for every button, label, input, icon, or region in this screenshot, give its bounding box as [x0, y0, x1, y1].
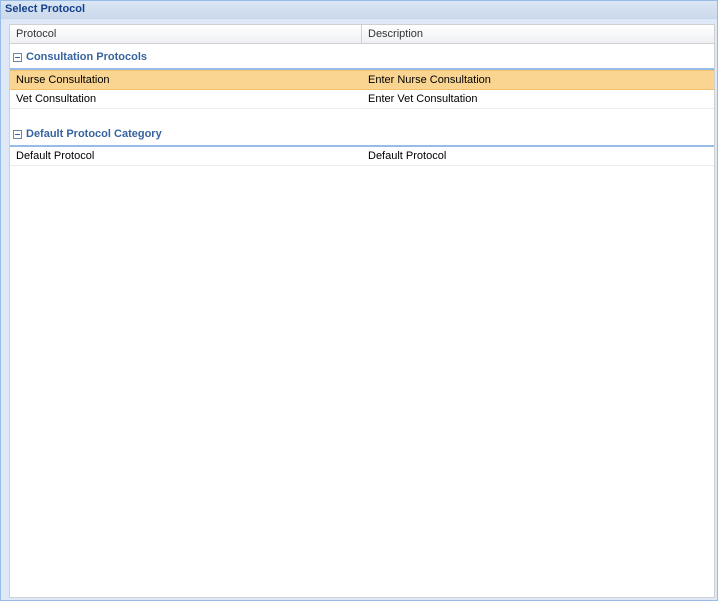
cell-description: Default Protocol [368, 150, 447, 162]
group-header-default-protocol-category[interactable]: Default Protocol Category [10, 123, 714, 147]
window-title: Select Protocol [1, 1, 717, 19]
table-row-nurse-consultation[interactable]: Nurse Consultation Enter Nurse Consultat… [10, 70, 714, 90]
column-header-description[interactable]: Description [362, 25, 714, 43]
collapse-minus-icon[interactable] [13, 129, 22, 139]
column-header-protocol[interactable]: Protocol [10, 25, 362, 43]
group-header-consultation-protocols[interactable]: Consultation Protocols [10, 46, 714, 70]
cell-description: Enter Vet Consultation [368, 93, 478, 105]
cell-protocol: Vet Consultation [16, 93, 97, 105]
cell-description: Enter Nurse Consultation [368, 74, 491, 86]
table-row-vet-consultation[interactable]: Vet Consultation Enter Vet Consultation [10, 90, 714, 109]
table-row-default-protocol[interactable]: Default Protocol Default Protocol [10, 147, 714, 166]
cell-protocol: Nurse Consultation [16, 74, 110, 86]
collapse-minus-icon[interactable] [13, 52, 22, 62]
select-protocol-window: Select Protocol Protocol Description Con… [0, 0, 718, 601]
protocol-grid: Protocol Description Consultation Protoc… [9, 24, 715, 598]
group-label: Consultation Protocols [26, 51, 147, 63]
cell-protocol: Default Protocol [16, 150, 95, 162]
group-label: Default Protocol Category [26, 128, 162, 140]
grid-header: Protocol Description [10, 25, 714, 44]
